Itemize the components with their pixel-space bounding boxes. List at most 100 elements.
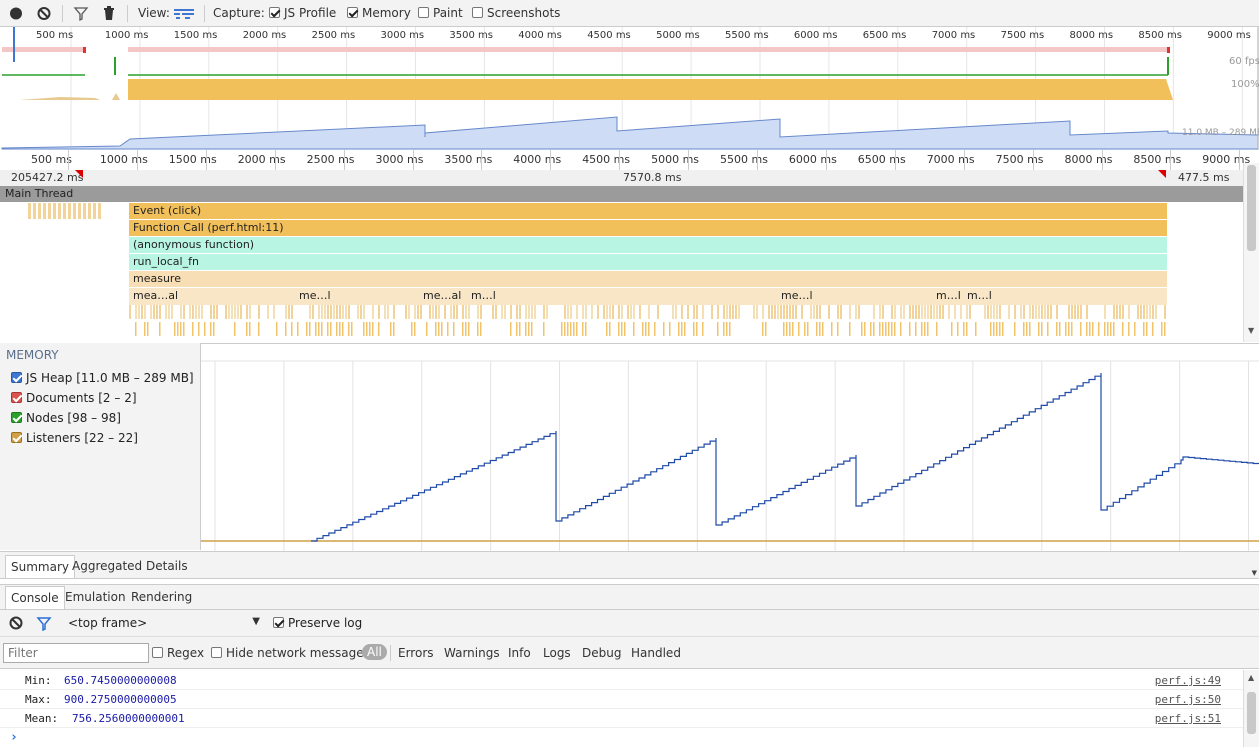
regex-check[interactable] [152, 647, 163, 658]
memory-checkbox[interactable]: Memory [347, 0, 411, 27]
counter-js-heap[interactable]: JS Heap [11.0 MB – 289 MB] [11, 371, 194, 385]
paint-check[interactable] [418, 7, 429, 18]
console-filter-button[interactable] [36, 616, 52, 634]
screenshots-check[interactable] [472, 7, 483, 18]
record-button[interactable] [9, 0, 23, 27]
counter-documents-check[interactable] [11, 392, 22, 403]
console-message: Mean: 756.2560000000001 perf.js:51 [0, 709, 1243, 728]
level-warnings[interactable]: Warnings [444, 646, 500, 660]
flame-chart[interactable]: 205427.2 ms 7570.8 ms 477.5 ms Main Thre… [0, 170, 1243, 342]
hide-network-check[interactable] [211, 647, 222, 658]
level-logs[interactable]: Logs [543, 646, 571, 660]
overview-tick-label: 5500 ms [725, 30, 769, 41]
clear-recording-button[interactable] [37, 0, 51, 27]
flame-sub-label[interactable]: mea…al [129, 288, 199, 304]
block-icon [37, 7, 51, 20]
flame-sub-label[interactable]: m…l [932, 288, 964, 304]
console-prompt[interactable]: › [10, 730, 1210, 746]
flamechart-view-button[interactable] [173, 0, 195, 27]
level-all[interactable]: All [362, 644, 387, 660]
tab-aggregated-details[interactable]: Aggregated Details [67, 555, 193, 578]
tab-summary[interactable]: Summary [5, 555, 75, 578]
message-source-link[interactable]: perf.js:50 [1155, 693, 1221, 706]
regex-checkbox[interactable]: Regex [152, 646, 204, 660]
counter-documents[interactable]: Documents [2 – 2] [11, 391, 137, 405]
console-scrollbar[interactable]: ▲ [1243, 670, 1259, 747]
panel-resize-icon[interactable]: ▼ [1252, 569, 1257, 577]
counter-nodes[interactable]: Nodes [98 – 98] [11, 411, 121, 425]
counter-label: JS Heap [26, 371, 73, 385]
screenshots-checkbox[interactable]: Screenshots [472, 0, 560, 27]
flame-sub-label[interactable]: me…l [777, 288, 817, 304]
clear-console-button[interactable] [9, 616, 23, 633]
timeline-ruler: 500 ms 1000 ms 1500 ms 2000 ms 2500 ms 3000 m… [0, 150, 1259, 170]
scrollbar-thumb[interactable] [1247, 165, 1256, 251]
tab-console[interactable]: Console [5, 586, 65, 609]
flamechart-view-icon [174, 9, 194, 19]
message-label: Min: [25, 674, 52, 687]
flame-anonymous-function[interactable]: (anonymous function) [129, 237, 1167, 253]
memory-check[interactable] [347, 7, 358, 18]
gap-row [0, 170, 1243, 186]
level-debug[interactable]: Debug [582, 646, 621, 660]
counter-nodes-check[interactable] [11, 412, 22, 423]
overview-tick-label: 6500 ms [862, 30, 907, 41]
paint-checkbox[interactable]: Paint [418, 0, 463, 27]
level-handled[interactable]: Handled [631, 646, 681, 660]
context-select-value: <top frame> [68, 616, 148, 630]
capture-label: Capture: [213, 6, 265, 20]
paint-label: Paint [433, 6, 463, 20]
overview-tick-label: 1500 ms [173, 30, 218, 41]
memory-label: Memory [362, 6, 411, 20]
scroll-up-icon[interactable]: ▲ [1248, 673, 1254, 682]
js-profile-check[interactable] [269, 7, 280, 18]
memory-section-title: MEMORY [6, 348, 59, 362]
scrollbar-thumb[interactable] [1247, 692, 1256, 734]
preserve-log-label: Preserve log [288, 616, 363, 630]
warning-marker-icon [75, 170, 83, 178]
flame-sub-label[interactable]: me…l [295, 288, 335, 304]
counter-range: [11.0 MB – 289 MB] [76, 371, 194, 385]
counter-js-heap-check[interactable] [11, 372, 22, 383]
flame-sub-label[interactable]: me…al [419, 288, 467, 304]
level-errors[interactable]: Errors [398, 646, 434, 660]
timeline-tick-label: 4000 ms [513, 153, 562, 166]
timeline-tick-label: 4500 ms [582, 153, 631, 166]
message-value: 650.7450000000008 [64, 674, 177, 687]
counter-listeners[interactable]: Listeners [22 – 22] [11, 431, 138, 445]
flame-event-click[interactable]: Event (click) [129, 203, 1167, 219]
gap-left-duration: 205427.2 ms [11, 171, 84, 184]
console-filter-input[interactable] [3, 643, 149, 663]
context-select[interactable]: <top frame> ▼ [59, 614, 264, 633]
level-info[interactable]: Info [508, 646, 531, 660]
overview-tick-label: 5000 ms [656, 30, 700, 41]
memory-counters-sidebar: MEMORY JS Heap [11.0 MB – 289 MB] Docume… [0, 343, 201, 550]
hide-network-checkbox[interactable]: Hide network messages [211, 646, 370, 660]
tab-emulation[interactable]: Emulation [60, 586, 131, 609]
tab-rendering[interactable]: Rendering [126, 586, 197, 609]
counter-listeners-check[interactable] [11, 432, 22, 443]
main-thread-header[interactable]: Main Thread [0, 186, 1243, 202]
garbage-collect-button[interactable] [102, 0, 116, 27]
flame-function-call[interactable]: Function Call (perf.html:11) [129, 220, 1167, 236]
details-tabbar: Summary Aggregated Details ▼ [0, 551, 1259, 579]
filter-button[interactable] [73, 0, 89, 27]
flame-measure[interactable]: measure [129, 271, 1167, 287]
flame-sub-label[interactable]: m…l [963, 288, 995, 304]
message-source-link[interactable]: perf.js:51 [1155, 712, 1221, 725]
preserve-log-checkbox[interactable]: Preserve log [273, 616, 362, 630]
flame-sub-label[interactable]: m…l [467, 288, 499, 304]
drawer-tabbar: Console Emulation Rendering [0, 584, 1259, 610]
timeline-tick-label: 6000 ms [788, 153, 837, 166]
console-messages: Min: 650.7450000000008 perf.js:49 Max: 9… [0, 670, 1243, 747]
overview-tick-label: 7500 ms [1000, 30, 1045, 41]
timeline-toolbar: View: Capture: JS Profile Memory Paint S… [0, 0, 1259, 27]
scroll-down-icon[interactable]: ▼ [1248, 326, 1254, 335]
preserve-log-check[interactable] [273, 617, 284, 628]
js-profile-checkbox[interactable]: JS Profile [269, 0, 336, 27]
flame-run-local-fn[interactable]: run_local_fn [129, 254, 1167, 270]
main-thread-label: Main Thread [5, 187, 74, 200]
flame-scrollbar[interactable]: ▼ [1243, 163, 1259, 342]
message-source-link[interactable]: perf.js:49 [1155, 674, 1221, 687]
screenshots-label: Screenshots [487, 6, 561, 20]
